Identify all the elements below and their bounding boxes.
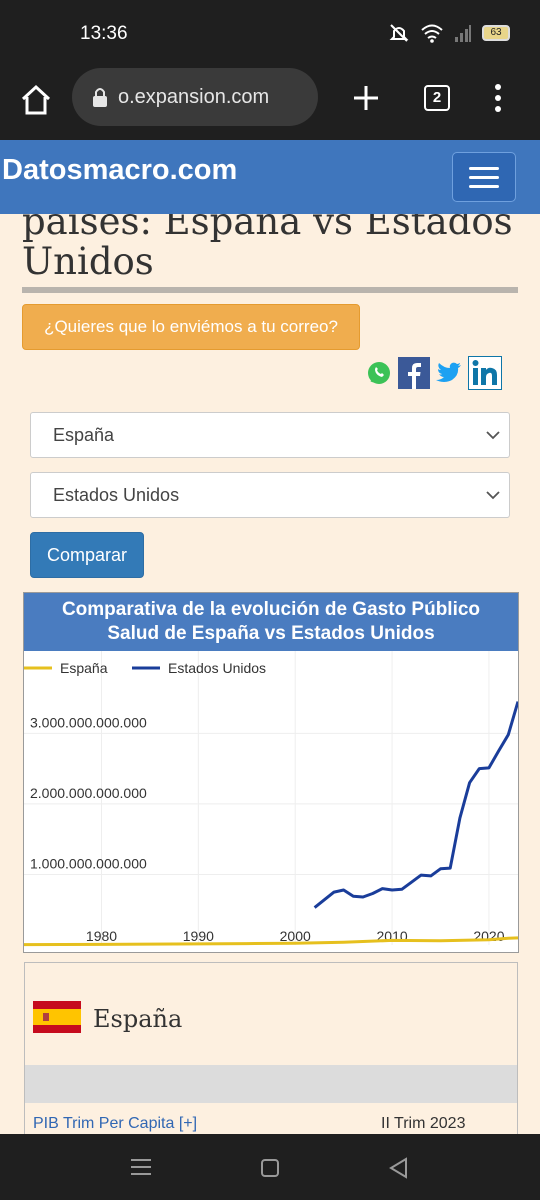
system-nav-bar (0, 1134, 540, 1200)
y-tick-label: 2.000.000.000.000 (30, 785, 147, 801)
x-tick-label: 2020 (473, 928, 504, 944)
recents-icon[interactable] (130, 1158, 152, 1176)
x-tick-label: 1990 (183, 928, 214, 944)
y-tick-label: 1.000.000.000.000 (30, 855, 147, 871)
spain-flag-icon (33, 1001, 81, 1033)
legend-label: España (60, 660, 108, 676)
hamburger-menu-button[interactable] (452, 152, 516, 202)
title-divider (22, 287, 518, 293)
status-bar: 13:36 63 (0, 0, 540, 68)
back-icon[interactable] (388, 1157, 408, 1179)
y-tick-label: 3.000.000.000.000 (30, 714, 147, 730)
home-nav-icon[interactable] (260, 1158, 280, 1178)
hamburger-line (469, 167, 499, 170)
pib-link[interactable]: PIB Trim Per Capita [+] (33, 1115, 197, 1133)
home-icon[interactable] (18, 82, 54, 118)
chart-container: Comparativa de la evolución de Gasto Púb… (23, 592, 519, 953)
country-select-1-value: España (53, 425, 115, 445)
mute-bell-icon (389, 24, 409, 42)
url-text: o.expansion.com (118, 85, 270, 108)
wifi-icon (421, 24, 443, 43)
signal-icon (455, 25, 471, 42)
battery-icon: 63 (482, 25, 510, 41)
social-share (366, 356, 502, 390)
page-title-line2: Unidos (22, 240, 154, 283)
table-header-band (25, 1065, 517, 1103)
legend-label: Estados Unidos (168, 660, 266, 676)
hamburger-line (469, 176, 499, 179)
page-title: países: España vs Estados Unidos (0, 214, 540, 284)
series-line (313, 701, 518, 909)
chart-title-line1: Comparativa de la evolución de Gasto Púb… (61, 599, 481, 620)
new-tab-icon[interactable] (350, 82, 382, 114)
chevron-down-icon (486, 431, 500, 440)
facebook-icon[interactable] (398, 357, 430, 389)
url-bar[interactable]: o.expansion.com (72, 68, 318, 126)
browser-toolbar: o.expansion.com 2 (0, 68, 540, 140)
chart-title-line2: Salud de España vs Estados Unidos (107, 623, 435, 644)
email-me-button[interactable]: ¿Quieres que lo enviémos a tu correo? (22, 304, 360, 350)
lock-icon (93, 88, 107, 107)
linkedin-icon[interactable] (468, 356, 502, 390)
country-panel: España PIB Trim Per Capita [+] II Trim 2… (24, 962, 518, 1139)
country-name: España (93, 1005, 183, 1033)
chart-title: Comparativa de la evolución de Gasto Púb… (24, 593, 518, 651)
chevron-down-icon (486, 491, 500, 500)
country-select-2[interactable]: Estados Unidos (30, 472, 510, 518)
pib-period: II Trim 2023 (381, 1115, 466, 1132)
more-menu-icon[interactable] (490, 82, 506, 114)
tab-switcher-button[interactable]: 2 (424, 85, 450, 111)
country-select-1[interactable]: España (30, 412, 510, 458)
status-time: 13:36 (80, 23, 128, 44)
site-header: Datosmacro.com (0, 140, 540, 214)
chart-plot: 3.000.000.000.000 2.000.000.000.000 1.000.… (24, 651, 518, 947)
status-icons: 63 (388, 22, 510, 44)
whatsapp-icon[interactable] (366, 360, 392, 386)
x-tick-label: 1980 (86, 928, 117, 944)
country-select-2-value: Estados Unidos (53, 485, 180, 505)
site-logo[interactable]: Datosmacro.com (2, 154, 237, 187)
compare-button[interactable]: Comparar (30, 532, 144, 578)
twitter-icon[interactable] (436, 362, 462, 384)
page-title-line1: países: España vs Estados (22, 214, 513, 243)
hamburger-line (469, 185, 499, 188)
